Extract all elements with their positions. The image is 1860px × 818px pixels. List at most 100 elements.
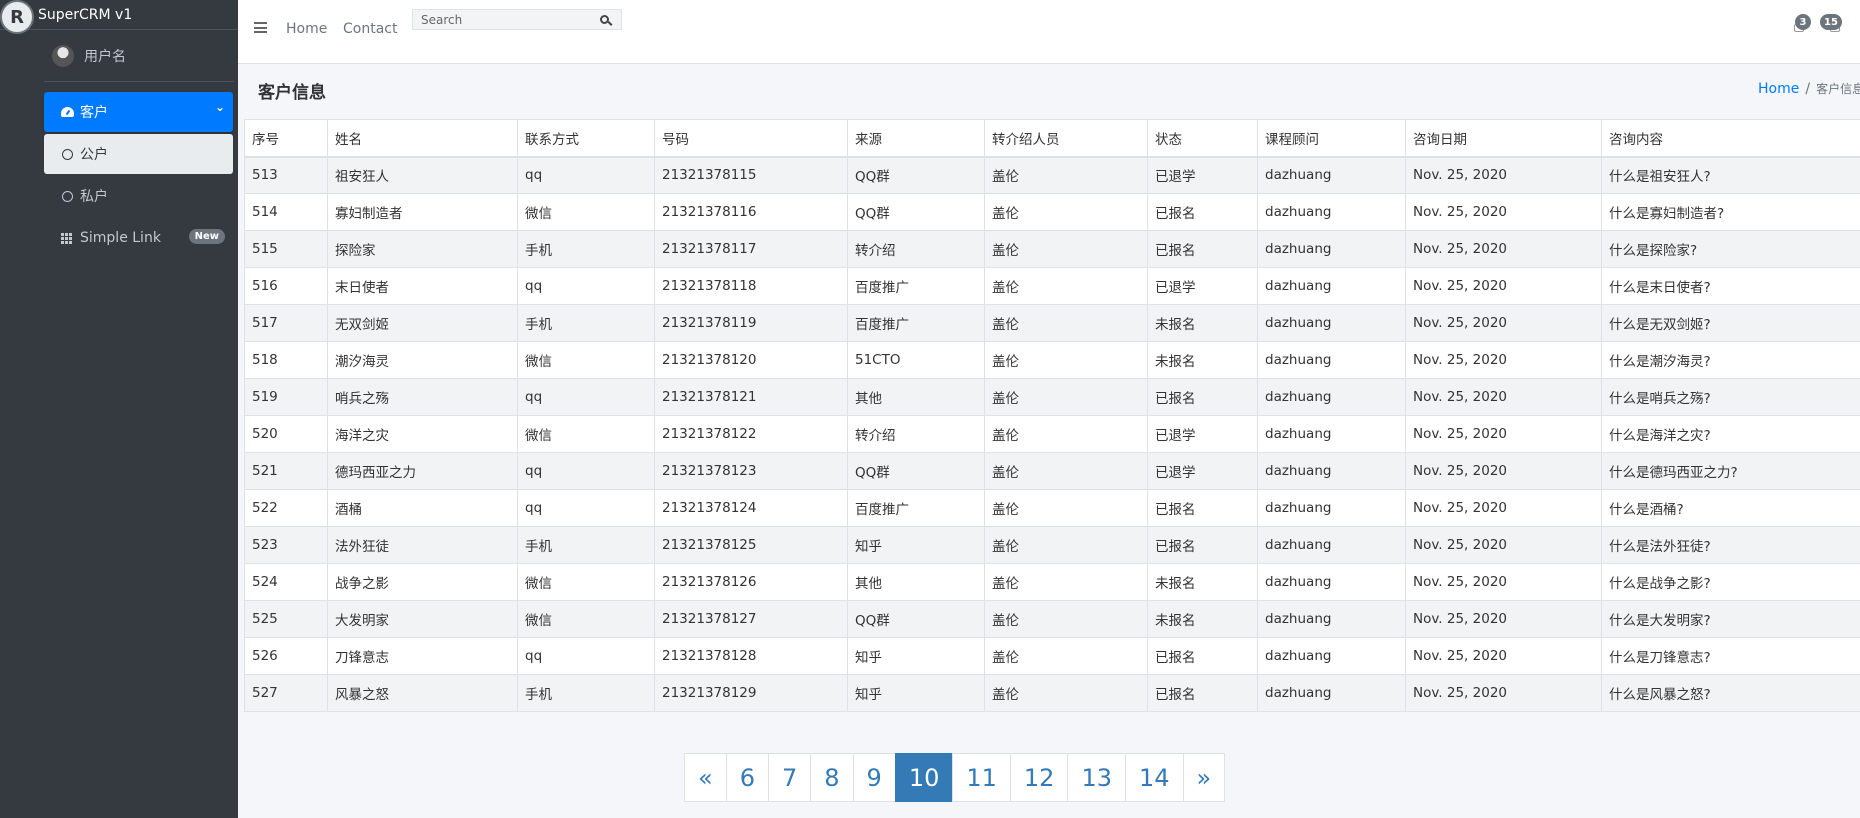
table-row[interactable]: 518 潮汐海灵 微信 21321378120 51CTO 盖伦 未报名 dazhuang No… <box>244 341 1860 379</box>
messages-count-badge[interactable]: 3 <box>1795 14 1811 30</box>
sidebar-item-label: Simple Link <box>80 230 161 246</box>
sidebar-item-customers[interactable]: 客户 ⌄ <box>44 92 233 132</box>
brand-logo: R <box>0 0 34 34</box>
brand-name[interactable]: SuperCRM v1 <box>38 7 132 23</box>
table-cell: 522 <box>244 489 328 527</box>
sidebar-nav: 客户 ⌄ 公户 私户 Simple Link New <box>44 92 233 258</box>
table-cell: dazhuang <box>1257 378 1406 416</box>
table-row[interactable]: 525 大发明家 微信 21321378127 QQ群 盖伦 未报名 dazhuang Nov.… <box>244 600 1860 638</box>
table-cell: 微信 <box>517 415 655 453</box>
table-cell: 其他 <box>847 563 985 601</box>
table-row[interactable]: 522 酒桶 qq 21321378124 百度推广 盖伦 已报名 dazhuang Nov. … <box>244 489 1860 527</box>
table-row[interactable]: 521 德玛西亚之力 qq 21321378123 QQ群 盖伦 已退学 dazhuang No… <box>244 452 1860 490</box>
pagination-page-button[interactable]: 6 <box>725 753 769 802</box>
new-badge: New <box>188 229 225 244</box>
column-header: 序号 <box>244 119 328 158</box>
table-row[interactable]: 524 战争之影 微信 21321378126 其他 盖伦 未报名 dazhuang Nov. … <box>244 563 1860 601</box>
table-row[interactable]: 514 寡妇制造者 微信 21321378116 QQ群 盖伦 已报名 dazhuang Nov… <box>244 193 1860 231</box>
table-row[interactable]: 517 无双剑姬 手机 21321378119 百度推广 盖伦 未报名 dazhuang Nov… <box>244 304 1860 342</box>
table-row[interactable]: 519 哨兵之殇 qq 21321378121 其他 盖伦 已报名 dazhuang Nov. … <box>244 378 1860 416</box>
table-cell: 已报名 <box>1147 193 1258 231</box>
table-cell: Nov. 25, 2020 <box>1405 415 1602 453</box>
table-cell: 法外狂徒 <box>327 526 518 564</box>
table-cell: dazhuang <box>1257 637 1406 675</box>
table-cell: 手机 <box>517 674 655 712</box>
table-cell: Nov. 25, 2020 <box>1405 378 1602 416</box>
table-row[interactable]: 527 风暴之怒 手机 21321378129 知乎 盖伦 已报名 dazhuang Nov. … <box>244 674 1860 712</box>
table-cell: 盖伦 <box>984 489 1148 527</box>
table-cell: 514 <box>244 193 328 231</box>
user-panel[interactable]: 用户名 <box>44 30 234 82</box>
table-cell: 21321378125 <box>654 526 848 564</box>
table-cell: 盖伦 <box>984 304 1148 342</box>
table-cell: dazhuang <box>1257 415 1406 453</box>
table-cell: Nov. 25, 2020 <box>1405 452 1602 490</box>
menu-toggle-icon[interactable] <box>254 22 267 33</box>
table-cell: 知乎 <box>847 526 985 564</box>
table-body: 513 祖安狂人 qq 21321378115 QQ群 盖伦 已退学 dazhuang Nov.… <box>244 156 1860 712</box>
table-cell: dazhuang <box>1257 674 1406 712</box>
table-cell: 盖伦 <box>984 637 1148 675</box>
table-cell: 21321378115 <box>654 156 848 194</box>
table-cell: 525 <box>244 600 328 638</box>
nav-link-home[interactable]: Home <box>286 21 327 37</box>
pagination-page-button[interactable]: 12 <box>1009 753 1069 802</box>
table-cell: 520 <box>244 415 328 453</box>
table-row[interactable]: 523 法外狂徒 手机 21321378125 知乎 盖伦 已报名 dazhuang Nov. … <box>244 526 1860 564</box>
pagination-page-button[interactable]: 9 <box>852 753 896 802</box>
table-row[interactable]: 526 刀锋意志 qq 21321378128 知乎 盖伦 已报名 dazhuang Nov. … <box>244 637 1860 675</box>
table-cell: qq <box>517 156 655 194</box>
search-form <box>412 9 622 30</box>
chevron-down-icon[interactable]: ⌄ <box>215 100 225 114</box>
table-cell: 已报名 <box>1147 378 1258 416</box>
sidebar-item-simple-link[interactable]: Simple Link New <box>44 218 233 258</box>
table-cell: 什么是潮汐海灵? <box>1601 341 1860 379</box>
alerts-count-badge[interactable]: 15 <box>1820 14 1842 30</box>
table-cell: 523 <box>244 526 328 564</box>
pagination-page-button[interactable]: 10 <box>894 753 954 802</box>
pagination-prev-button[interactable]: « <box>684 753 727 802</box>
table-cell: Nov. 25, 2020 <box>1405 563 1602 601</box>
pagination-page-button[interactable]: 14 <box>1125 753 1184 802</box>
breadcrumb: Home / 客户信息 <box>1758 80 1860 97</box>
brand[interactable]: R SuperCRM v1 <box>0 0 238 34</box>
sidebar-item-private[interactable]: 私户 <box>44 176 233 216</box>
table-cell: 未报名 <box>1147 304 1258 342</box>
table-cell: 手机 <box>517 304 655 342</box>
table-cell: QQ群 <box>847 156 985 194</box>
pagination-page-button[interactable]: 11 <box>952 753 1011 802</box>
table-cell: 21321378118 <box>654 267 848 305</box>
table-cell: Nov. 25, 2020 <box>1405 156 1602 194</box>
table-cell: Nov. 25, 2020 <box>1405 674 1602 712</box>
table-cell: 百度推广 <box>847 304 985 342</box>
table-cell: 什么是探险家? <box>1601 230 1860 268</box>
table-cell: 盖伦 <box>984 563 1148 601</box>
table-cell: 21321378127 <box>654 600 848 638</box>
table-cell: 手机 <box>517 526 655 564</box>
breadcrumb-home-link[interactable]: Home <box>1758 81 1799 97</box>
search-button[interactable] <box>593 10 615 29</box>
table-cell: 什么是战争之影? <box>1601 563 1860 601</box>
table-cell: 21321378117 <box>654 230 848 268</box>
sidebar-item-public[interactable]: 公户 <box>44 134 233 174</box>
table-cell: 盖伦 <box>984 267 1148 305</box>
nav-link-contact[interactable]: Contact <box>343 21 397 37</box>
pagination-page-button[interactable]: 13 <box>1067 753 1126 802</box>
table-row[interactable]: 520 海洋之灾 微信 21321378122 转介绍 盖伦 已退学 dazhuang Nov.… <box>244 415 1860 453</box>
table-row[interactable]: 516 末日使者 qq 21321378118 百度推广 盖伦 已退学 dazhuang Nov… <box>244 267 1860 305</box>
table-cell: 转介绍 <box>847 230 985 268</box>
table-cell: 524 <box>244 563 328 601</box>
pagination-next-button[interactable]: » <box>1182 753 1226 802</box>
user-name[interactable]: 用户名 <box>84 46 126 66</box>
table-row[interactable]: 515 探险家 手机 21321378117 转介绍 盖伦 已报名 dazhuang Nov. … <box>244 230 1860 268</box>
table-cell: 盖伦 <box>984 230 1148 268</box>
search-input[interactable] <box>413 10 593 29</box>
avatar <box>52 44 74 67</box>
table-cell: 515 <box>244 230 328 268</box>
pagination-page-button[interactable]: 8 <box>810 753 854 802</box>
table-cell: 21321378123 <box>654 452 848 490</box>
table-cell: 哨兵之殇 <box>327 378 518 416</box>
pagination-page-button[interactable]: 7 <box>767 753 812 802</box>
table-cell: 盖伦 <box>984 193 1148 231</box>
table-row[interactable]: 513 祖安狂人 qq 21321378115 QQ群 盖伦 已退学 dazhuang Nov.… <box>244 156 1860 194</box>
